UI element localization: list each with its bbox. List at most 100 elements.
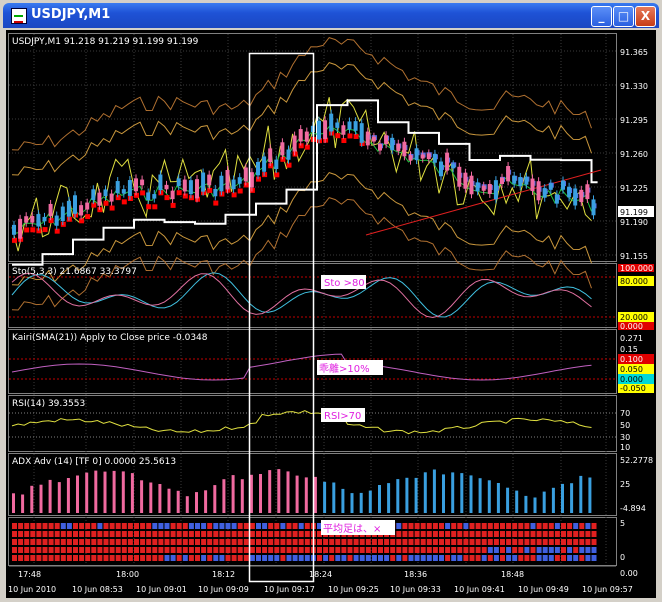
candle-body — [12, 224, 16, 235]
ha-cell — [396, 547, 402, 553]
chart-canvas[interactable]: USDJPY,M1 91.218 91.219 91.199 91.199 St… — [6, 30, 656, 598]
ha-cell — [451, 523, 457, 529]
ha-cell — [280, 523, 286, 529]
ha-cell — [451, 555, 457, 561]
ma-ribbon-block — [170, 202, 176, 208]
rsi-note: RSI>70 — [324, 411, 361, 422]
ha-cell — [378, 547, 383, 553]
ha-cell — [573, 531, 579, 537]
ha-cell — [286, 555, 292, 561]
ha-cell — [286, 547, 292, 553]
ha-cell — [579, 555, 585, 561]
ha-cell — [60, 531, 66, 537]
rsi-tick: 70 — [620, 409, 630, 418]
ha-cell — [170, 539, 176, 545]
maximize-button[interactable]: □ — [613, 6, 634, 27]
ha-cell — [109, 531, 115, 537]
ha-cell — [384, 555, 390, 561]
ha-cell — [536, 523, 542, 529]
ha-cell — [256, 523, 261, 529]
ha-cell — [79, 531, 85, 537]
adx-bar — [579, 475, 583, 513]
candle-body — [371, 136, 376, 142]
ha-cell — [530, 555, 536, 561]
adx-bar — [130, 473, 134, 513]
ha-cell — [420, 547, 426, 553]
rsi-line — [11, 410, 592, 435]
ha-cell — [12, 523, 17, 529]
ha-cell — [237, 539, 243, 545]
time-label-top: 18:36 — [404, 570, 427, 579]
ha-cell — [60, 539, 66, 545]
ha-cell — [554, 531, 560, 537]
ma-ribbon-block — [60, 221, 66, 227]
ha-cell — [268, 547, 274, 553]
ha-cell — [219, 539, 225, 545]
adx-label: ADX Adv (14) [TF 0] 0.0000 25.5613 — [12, 457, 176, 467]
candle-body — [585, 184, 590, 200]
candle-body — [188, 180, 193, 195]
ha-cell — [390, 555, 396, 561]
ha-cell — [201, 539, 207, 545]
ha-cell — [493, 539, 499, 545]
adx-bar — [185, 496, 189, 513]
adx-bar — [277, 469, 281, 513]
ha-cell — [176, 547, 182, 553]
ha-cell — [518, 523, 524, 529]
adx-bar — [561, 483, 564, 513]
candle-body — [341, 125, 346, 135]
ha-cell — [249, 531, 255, 537]
ha-note: 平均足は、× — [323, 523, 381, 535]
ha-cell — [512, 555, 518, 561]
ha-cell — [109, 555, 115, 561]
ha-cell — [304, 531, 310, 537]
ha-cell — [439, 523, 444, 529]
ha-cell — [243, 547, 249, 553]
ha-cell — [195, 539, 200, 545]
ha-cell — [414, 547, 420, 553]
ha-cell — [579, 531, 585, 537]
time-label-bottom: 10 Jun 09:33 — [390, 585, 441, 594]
ha-cell — [121, 555, 127, 561]
close-button[interactable]: X — [635, 6, 656, 27]
candle-body — [390, 137, 395, 151]
ha-cell — [323, 555, 329, 561]
candle-body — [182, 179, 187, 192]
ha-cell — [30, 555, 36, 561]
adx-bar — [48, 479, 52, 513]
adx-bar — [451, 472, 455, 513]
adx-bar — [167, 488, 171, 513]
ha-cell — [298, 531, 304, 537]
rsi-frame — [8, 395, 617, 452]
ha-cell — [548, 531, 554, 537]
ha-cell — [414, 531, 420, 537]
ha-cell — [24, 547, 30, 553]
ma-ribbon-block — [347, 133, 353, 139]
ha-cell — [201, 531, 207, 537]
chart-area[interactable]: USDJPY,M1 91.218 91.219 91.199 91.199 St… — [6, 30, 656, 598]
ha-cell — [30, 539, 36, 545]
ha-cell — [164, 539, 170, 545]
ha-cell — [231, 539, 237, 545]
candle-body — [30, 215, 35, 223]
candle-body — [402, 141, 407, 157]
ha-cell — [201, 547, 207, 553]
adx-bar — [442, 474, 445, 513]
candle-body — [487, 183, 492, 194]
adx-bar — [213, 485, 217, 513]
ha-cell — [170, 555, 176, 561]
ha-cell — [439, 555, 444, 561]
candle-body — [439, 161, 443, 177]
kairi-tick: -0.050 — [620, 384, 646, 393]
price-tick: 91.190 — [620, 218, 648, 227]
ha-cell — [371, 539, 377, 545]
candle-body — [103, 189, 108, 197]
ha-cell — [500, 531, 505, 537]
ha-cell — [341, 539, 347, 545]
minimize-button[interactable]: _ — [591, 6, 612, 27]
ha-cell — [237, 547, 243, 553]
ha-cell — [365, 555, 371, 561]
white-step-line — [12, 99, 598, 266]
title-bar[interactable]: USDJPY,M1 _ □ X — [3, 3, 659, 28]
ha-cell — [188, 539, 194, 545]
